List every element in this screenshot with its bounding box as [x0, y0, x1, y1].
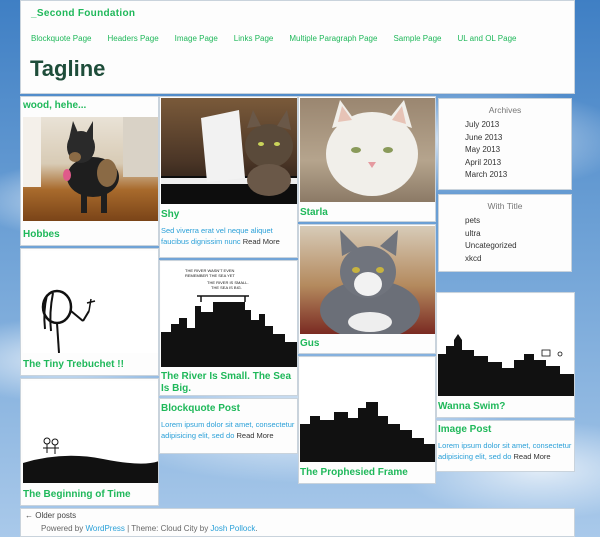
post-excerpt-shy: Sed viverra erat vel neque aliquet fauci…: [161, 225, 295, 247]
archive-link[interactable]: March 2013: [465, 169, 507, 182]
category-link[interactable]: xkcd: [465, 253, 517, 266]
post-title-beginning[interactable]: The Beginning of Time: [23, 489, 131, 501]
post-card-trebuchet: The Tiny Trebuchet !!: [20, 248, 159, 376]
post-title-imagepost[interactable]: Image Post: [438, 424, 491, 436]
with-title-title: With Title: [487, 201, 523, 211]
white-cat-photo-icon[interactable]: [300, 98, 435, 202]
post-title-swim[interactable]: Wanna Swim?: [438, 401, 505, 413]
nav-multiple-paragraph-page[interactable]: Multiple Paragraph Page: [289, 34, 377, 43]
archive-link[interactable]: July 2013: [465, 119, 507, 132]
archives-widget: Archives July 2013 June 2013 May 2013 Ap…: [438, 98, 572, 190]
post-card-beginning: The Beginning of Time: [20, 378, 159, 506]
older-posts-link[interactable]: ← Older posts: [25, 511, 76, 520]
comic-caption-2: REMEMBER THE SEA YET: [185, 273, 235, 278]
post-card-blockquote: Blockquote Post Lorem ipsum dolor sit am…: [159, 398, 298, 454]
stick-figure-comic-icon[interactable]: [23, 251, 158, 353]
post-title-wood[interactable]: wood, hehe...: [23, 100, 86, 112]
powered-by: Powered by WordPress | Theme: Cloud City…: [41, 524, 258, 533]
post-card-starla: Starla: [298, 96, 436, 222]
with-title-widget: With Title pets ultra Uncategorized xkcd: [438, 194, 572, 272]
site-tagline: Tagline: [30, 56, 106, 81]
main-nav: Blockquote Page Headers Page Image Page …: [31, 34, 533, 43]
cat-piano-photo-icon[interactable]: [161, 98, 297, 204]
category-list: pets ultra Uncategorized xkcd: [465, 215, 517, 265]
nav-headers-page[interactable]: Headers Page: [108, 34, 159, 43]
author-link[interactable]: Josh Pollock: [210, 524, 255, 533]
nav-sample-page[interactable]: Sample Page: [393, 34, 441, 43]
nav-image-page[interactable]: Image Page: [175, 34, 218, 43]
category-link[interactable]: pets: [465, 215, 517, 228]
post-title-prophesied[interactable]: The Prophesied Frame: [300, 467, 408, 479]
post-title-shy[interactable]: Shy: [161, 209, 179, 221]
category-link[interactable]: Uncategorized: [465, 240, 517, 253]
archives-title: Archives: [488, 105, 522, 115]
excerpt-text: Lorem ipsum dolor sit amet, consectetur …: [161, 420, 295, 440]
read-more-link[interactable]: Read More: [513, 452, 550, 461]
gray-cat-photo-icon[interactable]: [300, 226, 435, 334]
archive-link[interactable]: June 2013: [465, 132, 507, 145]
post-card-swim: Wanna Swim?: [436, 292, 575, 418]
post-title-gus[interactable]: Gus: [300, 338, 319, 350]
wordpress-link[interactable]: WordPress: [85, 524, 124, 533]
post-card-hobbes: wood, hehe... Hobbes: [20, 96, 159, 246]
footer-end: .: [255, 524, 258, 533]
powered-prefix: Powered by: [41, 524, 86, 533]
post-title-trebuchet[interactable]: The Tiny Trebuchet !!: [23, 359, 124, 371]
theme-text: | Theme: Cloud City by: [124, 524, 211, 533]
site-title[interactable]: _Second Foundation: [31, 8, 135, 19]
city-skyline-comic-icon[interactable]: THE RIVER WASN'T EVEN REMEMBER THE SEA Y…: [161, 262, 297, 367]
category-link[interactable]: ultra: [465, 228, 517, 241]
post-card-river: THE RIVER WASN'T EVEN REMEMBER THE SEA Y…: [159, 260, 298, 396]
nav-links-page[interactable]: Links Page: [234, 34, 274, 43]
hill-comic-icon[interactable]: [23, 381, 158, 483]
site-footer: ← Older posts Powered by WordPress | The…: [20, 508, 575, 537]
post-card-imagepost: Image Post Lorem ipsum dolor sit amet, c…: [436, 420, 575, 472]
archive-link[interactable]: May 2013: [465, 144, 507, 157]
post-card-prophesied: The Prophesied Frame: [298, 356, 436, 484]
archive-link[interactable]: April 2013: [465, 157, 507, 170]
nav-ul-ol-page[interactable]: UL and OL Page: [457, 34, 516, 43]
post-card-gus: Gus: [298, 224, 436, 354]
dog-photo-icon[interactable]: [23, 117, 158, 221]
read-more-link[interactable]: Read More: [236, 431, 273, 440]
post-title-starla[interactable]: Starla: [300, 207, 328, 219]
nav-blockquote-page[interactable]: Blockquote Page: [31, 34, 92, 43]
excerpt-text: Lorem ipsum dolor sit amet, consectetur …: [438, 441, 572, 461]
skyline-silhouette-comic-icon[interactable]: [300, 358, 435, 462]
post-excerpt-blockquote: Lorem ipsum dolor sit amet, consectetur …: [161, 419, 295, 441]
archives-list: July 2013 June 2013 May 2013 April 2013 …: [465, 119, 507, 182]
read-more-link[interactable]: Read More: [243, 237, 280, 246]
post-title-hobbes[interactable]: Hobbes: [23, 229, 60, 241]
comic-caption-4: THE SEA IS BIG.: [211, 285, 242, 290]
post-title-blockquote[interactable]: Blockquote Post: [161, 403, 240, 415]
post-excerpt-imagepost: Lorem ipsum dolor sit amet, consectetur …: [438, 440, 574, 462]
site-header: _Second Foundation Blockquote Page Heade…: [20, 0, 575, 94]
post-card-shy: Shy Sed viverra erat vel neque aliquet f…: [159, 96, 298, 258]
post-title-river[interactable]: The River Is Small. The Sea Is Big.: [161, 371, 297, 395]
city-skyline-comic-2-icon[interactable]: [438, 294, 574, 396]
